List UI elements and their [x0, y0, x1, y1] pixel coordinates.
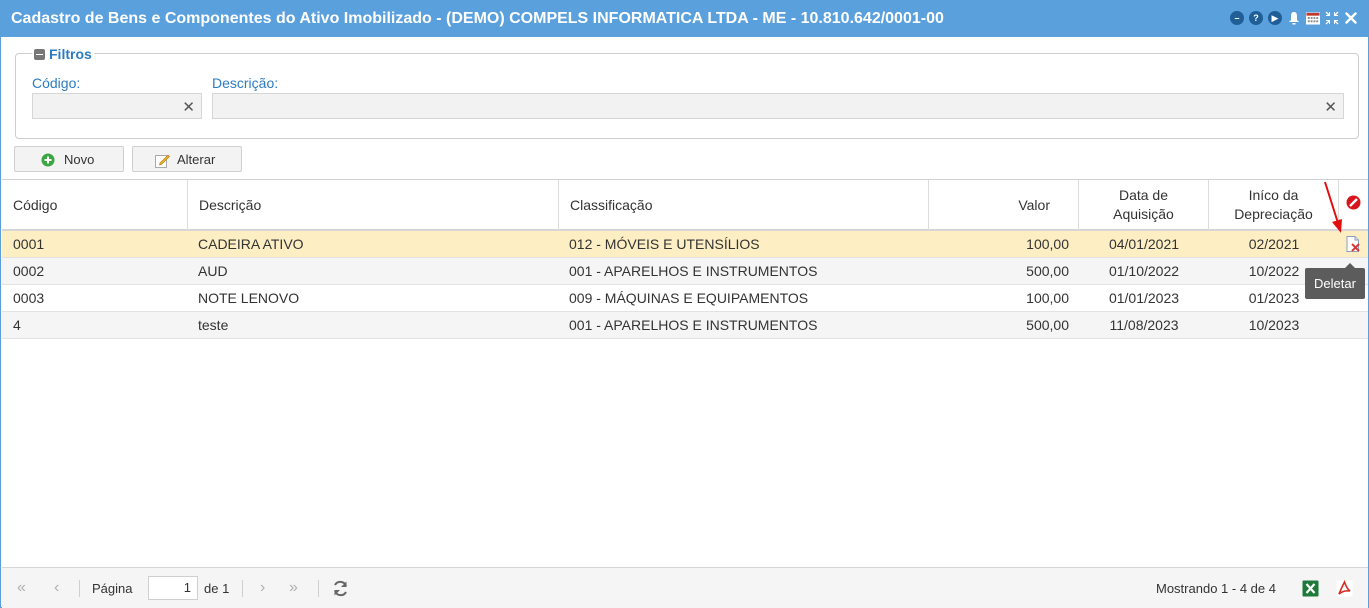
window-title: Cadastro de Bens e Componentes do Ativo …: [11, 10, 944, 27]
cell-descricao: CADEIRA ATIVO: [198, 236, 304, 252]
cell-codigo: 4: [13, 317, 21, 333]
help-icon[interactable]: ?: [1249, 11, 1263, 25]
table-row[interactable]: 4 teste 001 - APARELHOS E INSTRUMENTOS 5…: [2, 312, 1368, 339]
cell-inicio-depreciacao: 10/2023: [1248, 317, 1300, 333]
pdf-export-icon[interactable]: [1336, 568, 1353, 608]
header-data-aquisicao[interactable]: Data de Aquisição: [1079, 180, 1209, 230]
header-inicio-depreciacao-line1: Iníco da: [1248, 187, 1299, 203]
header-descricao[interactable]: Descrição: [188, 180, 559, 230]
codigo-clear-icon[interactable]: ✕: [182, 98, 195, 116]
stop-icon[interactable]: [1346, 195, 1361, 215]
first-page-icon[interactable]: «: [17, 568, 26, 608]
delete-tooltip: Deletar: [1305, 263, 1365, 299]
minimize-icon[interactable]: –: [1230, 11, 1244, 25]
window: Cadastro de Bens e Componentes do Ativo …: [0, 0, 1369, 608]
novo-button[interactable]: Novo: [14, 146, 124, 172]
calendar-icon[interactable]: [1306, 11, 1320, 25]
cell-descricao: AUD: [198, 263, 228, 279]
record-count: Mostrando 1 - 4 de 4: [1156, 580, 1276, 596]
title-tools: – ? ▶: [1230, 11, 1358, 25]
table-row[interactable]: 0002 AUD 001 - APARELHOS E INSTRUMENTOS …: [2, 258, 1368, 285]
play-icon[interactable]: ▶: [1268, 11, 1282, 25]
cell-valor: 100,00: [1026, 290, 1069, 306]
page-label: Página: [92, 580, 133, 596]
pager-bar: « ‹ Página 1 de 1 › » Mostrando 1 - 4 de…: [2, 567, 1368, 608]
cell-classificacao: 012 - MÓVEIS E UTENSÍLIOS: [569, 236, 760, 252]
cell-classificacao: 001 - APARELHOS E INSTRUMENTOS: [569, 317, 818, 333]
close-icon[interactable]: [1344, 11, 1358, 25]
add-icon: [41, 153, 55, 170]
excel-export-icon[interactable]: [1302, 568, 1319, 608]
alterar-label: Alterar: [177, 151, 216, 167]
cell-valor: 500,00: [1026, 263, 1069, 279]
edit-icon: [155, 153, 170, 171]
prev-page-icon[interactable]: ‹: [54, 568, 59, 608]
refresh-icon[interactable]: [332, 568, 349, 608]
cell-valor: 500,00: [1026, 317, 1069, 333]
cell-codigo: 0003: [13, 290, 45, 306]
pager-divider: [318, 580, 319, 597]
novo-label: Novo: [64, 151, 95, 167]
header-inicio-depreciacao-line2: Depreciação: [1234, 206, 1313, 222]
cell-data-aquisicao: 01/10/2022: [1108, 263, 1180, 279]
last-page-icon[interactable]: »: [289, 568, 298, 608]
assets-grid: Código Descrição Classificação Valor Dat…: [2, 179, 1368, 339]
alterar-button[interactable]: Alterar: [132, 146, 242, 172]
cell-codigo: 0001: [13, 236, 45, 252]
header-data-aquisicao-line2: Aquisição: [1113, 206, 1174, 222]
table-row[interactable]: 0001 CADEIRA ATIVO 012 - MÓVEIS E UTENSÍ…: [2, 231, 1368, 258]
cell-data-aquisicao: 04/01/2021: [1108, 236, 1180, 252]
title-bar: Cadastro de Bens e Componentes do Ativo …: [1, 1, 1368, 37]
header-inicio-depreciacao[interactable]: Iníco da Depreciação: [1209, 180, 1339, 230]
compress-icon[interactable]: [1325, 11, 1339, 25]
descricao-field[interactable]: ✕: [212, 93, 1344, 119]
filters-title: Filtros: [49, 46, 92, 62]
pager-divider: [79, 580, 80, 597]
pager-divider: [242, 580, 243, 597]
table-row[interactable]: 0003 NOTE LENOVO 009 - MÁQUINAS E EQUIPA…: [2, 285, 1368, 312]
collapse-icon[interactable]: [34, 48, 45, 60]
header-action[interactable]: [1339, 180, 1368, 230]
cell-valor: 100,00: [1026, 236, 1069, 252]
descricao-clear-icon[interactable]: ✕: [1324, 98, 1337, 116]
cell-data-aquisicao: 11/08/2023: [1109, 317, 1179, 333]
cell-descricao: NOTE LENOVO: [198, 290, 300, 306]
page-number-input[interactable]: 1: [148, 576, 198, 600]
cell-classificacao: 001 - APARELHOS E INSTRUMENTOS: [569, 263, 818, 279]
header-classificacao[interactable]: Classificação: [559, 180, 929, 230]
codigo-field[interactable]: ✕: [32, 93, 202, 119]
header-data-aquisicao-line1: Data de: [1118, 187, 1169, 203]
bell-icon[interactable]: [1287, 11, 1301, 25]
cell-data-aquisicao: 01/01/2023: [1108, 290, 1180, 306]
cell-descricao: teste: [198, 317, 229, 333]
codigo-label: Código:: [32, 75, 81, 91]
grid-header: Código Descrição Classificação Valor Dat…: [2, 179, 1368, 231]
cell-codigo: 0002: [13, 263, 45, 279]
filters-legend[interactable]: Filtros: [32, 46, 94, 62]
delete-row-icon[interactable]: [1345, 236, 1361, 252]
cell-inicio-depreciacao: 02/2021: [1248, 236, 1300, 252]
page-count: de 1: [204, 580, 230, 596]
cell-classificacao: 009 - MÁQUINAS E EQUIPAMENTOS: [569, 290, 809, 306]
next-page-icon[interactable]: ›: [260, 568, 265, 608]
header-valor[interactable]: Valor: [929, 180, 1079, 230]
descricao-label: Descrição:: [212, 75, 279, 91]
header-codigo[interactable]: Código: [2, 180, 188, 230]
